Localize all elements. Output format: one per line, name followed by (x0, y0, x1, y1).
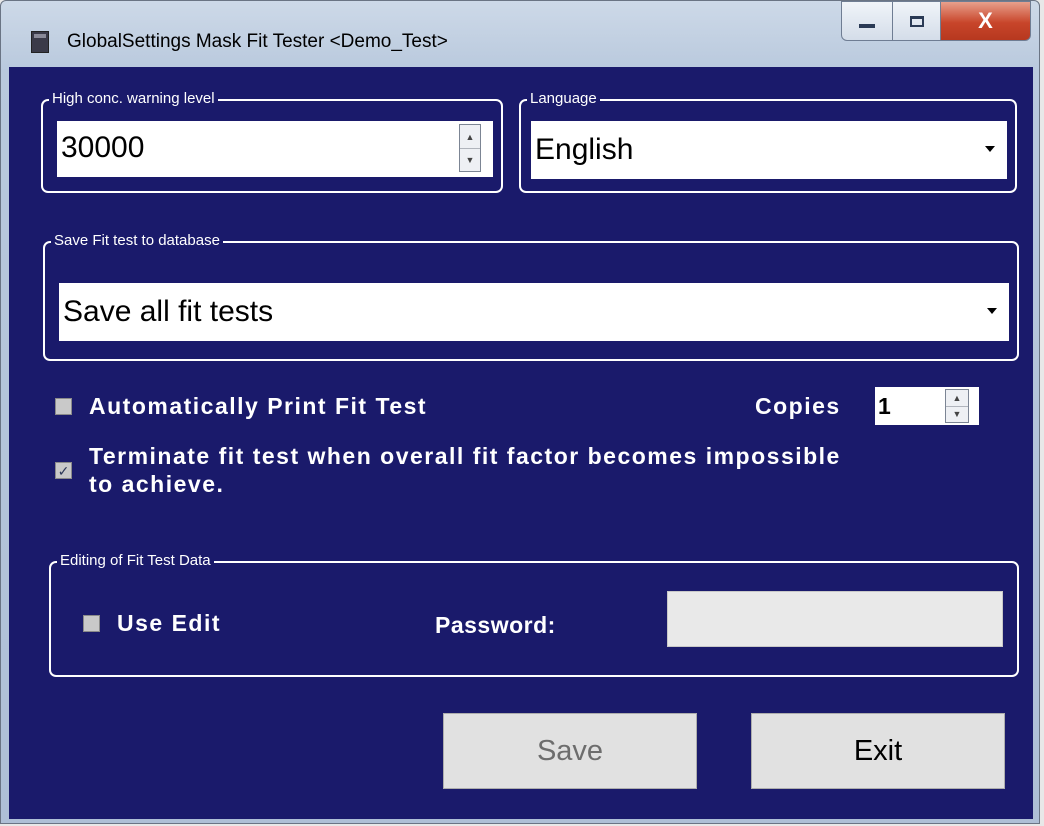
password-field[interactable] (667, 591, 1003, 647)
maximize-icon (909, 15, 924, 27)
warning-level-value: 30000 (61, 131, 145, 164)
copies-spinner[interactable]: ▲ ▼ (945, 389, 969, 423)
auto-print-label: Automatically Print Fit Test (89, 393, 428, 419)
terminate-label-line1: Terminate fit test when overall fit fact… (89, 443, 841, 469)
warning-level-legend: High conc. warning level (49, 90, 218, 108)
save-fit-test-dropdown[interactable]: Save all fit tests (59, 283, 1009, 341)
copies-input[interactable]: 1 ▲ ▼ (875, 387, 979, 425)
terminate-checkbox[interactable]: ✓ (55, 462, 72, 479)
language-selected: English (535, 133, 634, 166)
close-icon: X (978, 8, 993, 33)
auto-print-checkbox[interactable] (55, 398, 72, 415)
use-edit-label: Use Edit (117, 610, 222, 636)
spin-down-icon[interactable]: ▼ (946, 406, 968, 422)
settings-window: GlobalSettings Mask Fit Tester <Demo_Tes… (0, 0, 1040, 824)
copies-label: Copies (755, 393, 841, 419)
chevron-down-icon (987, 308, 997, 314)
spin-up-icon[interactable]: ▲ (460, 125, 480, 149)
terminate-label-line2: to achieve. (89, 471, 225, 497)
minimize-button[interactable] (841, 1, 893, 41)
spin-up-icon[interactable]: ▲ (946, 390, 968, 407)
warning-level-input[interactable]: 30000 ▲ ▼ (57, 121, 493, 177)
app-window-icon[interactable] (31, 31, 49, 53)
title-bar[interactable]: GlobalSettings Mask Fit Tester <Demo_Tes… (1, 1, 1039, 67)
language-legend: Language (527, 90, 600, 108)
editing-legend: Editing of Fit Test Data (57, 552, 214, 570)
exit-button[interactable]: Exit (751, 713, 1005, 789)
save-button[interactable]: Save (443, 713, 697, 789)
chevron-down-icon (985, 146, 995, 152)
warning-level-spinner[interactable]: ▲ ▼ (459, 124, 481, 172)
minimize-icon (859, 24, 875, 28)
save-fit-test-selected: Save all fit tests (63, 295, 274, 328)
dialog-client-area: High conc. warning level 30000 ▲ ▼ Langu… (9, 67, 1033, 819)
window-controls: X (841, 1, 1031, 41)
language-dropdown[interactable]: English (531, 121, 1007, 179)
maximize-button[interactable] (893, 1, 941, 41)
use-edit-checkbox[interactable] (83, 615, 100, 632)
save-fit-test-legend: Save Fit test to database (51, 232, 223, 250)
password-label: Password: (435, 612, 556, 638)
copies-value: 1 (878, 393, 891, 419)
close-button[interactable]: X (941, 1, 1031, 41)
window-title: GlobalSettings Mask Fit Tester <Demo_Tes… (67, 31, 448, 52)
checkmark-icon: ✓ (57, 462, 70, 479)
spin-down-icon[interactable]: ▼ (460, 148, 480, 171)
